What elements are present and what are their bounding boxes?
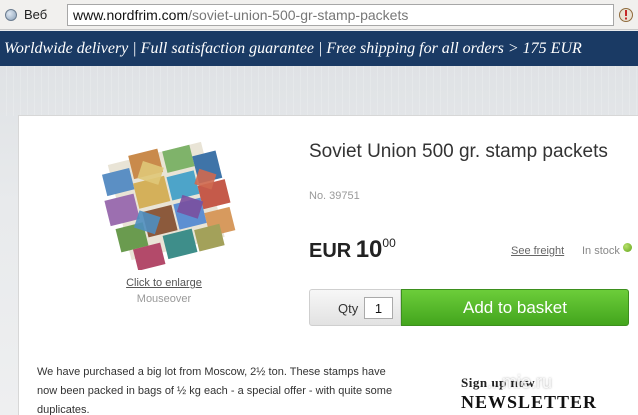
stamp-packet-image[interactable]: [96, 130, 236, 270]
url-path: /soviet-union-500-gr-stamp-packets: [188, 7, 409, 23]
product-card: Click to enlarge Mouseover Soviet Union …: [18, 115, 638, 415]
promo-banner: Worldwide delivery | Full satisfaction g…: [0, 31, 638, 66]
web-search-button[interactable]: Веб: [3, 4, 67, 25]
price-currency: EUR: [309, 240, 352, 262]
product-description: We have purchased a big lot from Moscow,…: [37, 366, 393, 415]
globe-icon: [5, 8, 17, 21]
product-title: Soviet Union 500 gr. stamp packets: [309, 141, 608, 162]
web-label: Веб: [24, 7, 48, 22]
url-domain: www.nordfrim.com: [73, 7, 189, 23]
product-number: No. 39751: [309, 190, 360, 202]
newsletter-title: NEWSLETTER: [461, 392, 598, 412]
product-price: EUR 1000: [309, 236, 396, 264]
watermark: ...mie.ru: [487, 372, 553, 392]
price-decimal: 00: [382, 236, 396, 250]
background-pattern: [0, 66, 638, 116]
add-to-basket-button[interactable]: Add to basket: [401, 289, 629, 326]
qty-label: Qty: [338, 301, 359, 316]
browser-address-bar: Веб www.nordfrim.com/soviet-union-500-gr…: [0, 0, 638, 30]
mouseover-hint: Mouseover: [136, 293, 192, 305]
quantity-input[interactable]: [364, 297, 393, 319]
url-field[interactable]: www.nordfrim.com/soviet-union-500-gr-sta…: [67, 4, 614, 26]
site-info-icon[interactable]: [618, 7, 634, 23]
click-to-enlarge-link[interactable]: Click to enlarge: [94, 277, 234, 289]
see-freight-link[interactable]: See freight: [511, 245, 564, 257]
price-integer: 10: [355, 236, 383, 263]
stock-status: In stock: [582, 245, 620, 257]
in-stock-indicator-icon: [623, 243, 632, 252]
